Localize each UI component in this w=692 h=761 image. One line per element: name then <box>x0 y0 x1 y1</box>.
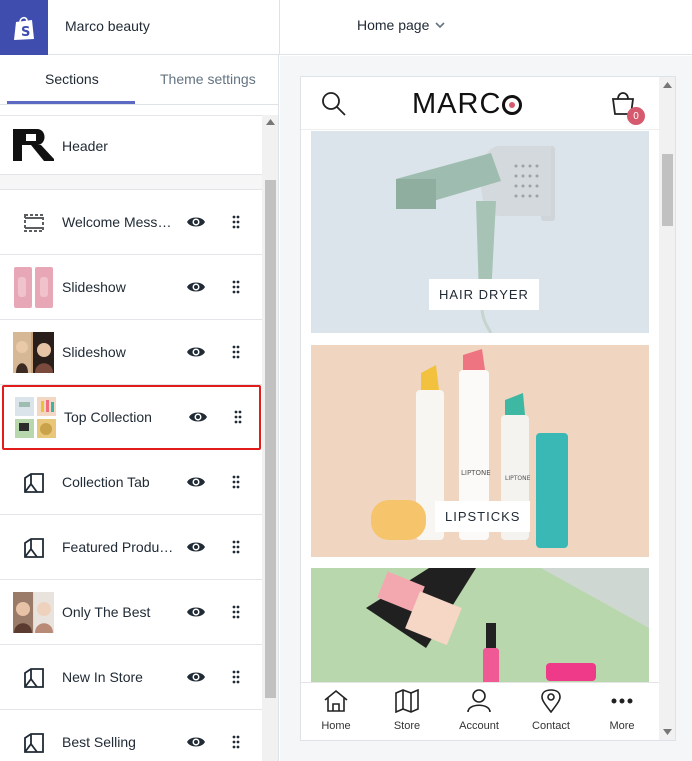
drag-handle-icon[interactable] <box>231 345 241 359</box>
store-logo[interactable]: MARC <box>412 88 523 121</box>
drag-handle-icon[interactable] <box>233 410 243 424</box>
template-icon <box>13 462 54 503</box>
collection-hair-dryer[interactable]: HAIR DRYER <box>311 131 649 333</box>
nav-label: Contact <box>532 720 570 732</box>
template-icon <box>13 527 54 568</box>
nav-label: Home <box>321 720 351 732</box>
template-icon <box>13 722 54 761</box>
sidebar-item-label: Collection Tab <box>62 474 150 490</box>
chevron-down-icon <box>435 21 445 28</box>
page-select-dropdown[interactable]: Home page <box>357 17 445 33</box>
tab-sections[interactable]: Sections <box>45 71 99 87</box>
eye-icon[interactable] <box>186 604 206 620</box>
scroll-up-arrow-icon[interactable] <box>663 82 672 88</box>
nav-label: More <box>609 720 635 732</box>
store-header: MARC 0 <box>301 77 659 130</box>
nav-store[interactable]: Store <box>377 688 437 732</box>
sidebar-item-label: Top Collection <box>64 409 152 425</box>
sidebar-item-label: Header <box>62 138 108 154</box>
scroll-up-arrow-icon[interactable] <box>266 119 275 125</box>
pin-icon <box>541 689 561 714</box>
home-icon <box>324 689 348 712</box>
sidebar-item-label: Featured Products <box>62 539 174 555</box>
active-tab-indicator <box>7 101 135 104</box>
portrait-thumb <box>13 332 54 373</box>
nav-account[interactable]: Account <box>449 689 509 732</box>
eye-icon[interactable] <box>188 409 208 425</box>
eye-icon[interactable] <box>186 344 206 360</box>
page-select-label: Home page <box>357 17 430 33</box>
tab-theme-settings[interactable]: Theme settings <box>160 71 256 87</box>
nav-more[interactable]: More <box>592 689 652 732</box>
liptone-text: LIPTONE <box>461 469 491 477</box>
more-icon <box>611 698 633 704</box>
eye-icon[interactable] <box>186 734 206 750</box>
header-logo-thumb <box>13 125 54 166</box>
sidebar-item-top-collection[interactable]: Top Collection <box>2 385 261 450</box>
drag-handle-icon[interactable] <box>231 475 241 489</box>
shopify-bag-icon[interactable]: S <box>0 0 48 55</box>
nav-label: Account <box>459 720 499 732</box>
eye-icon[interactable] <box>186 539 206 555</box>
cart-count-badge: 0 <box>627 107 645 125</box>
template-icon <box>13 657 54 698</box>
eye-icon[interactable] <box>186 279 206 295</box>
bottom-navigation: Home Store Account Contact More <box>301 682 659 740</box>
search-icon[interactable] <box>321 91 347 117</box>
sidebar-item-label: Slideshow <box>62 279 126 295</box>
top-bar: S Marco beauty Home page <box>0 0 692 55</box>
drag-handle-icon[interactable] <box>231 540 241 554</box>
svg-text:S: S <box>21 25 30 40</box>
drag-handle-icon[interactable] <box>231 670 241 684</box>
sidebar-tabs: Sections Theme settings <box>0 55 278 105</box>
drag-handle-icon[interactable] <box>231 735 241 749</box>
store-name: Marco beauty <box>65 18 150 34</box>
sidebar-item-label: Only The Best <box>62 604 151 620</box>
sidebar-item-only-the-best[interactable]: Only The Best <box>0 580 262 645</box>
logo-o-dot-icon <box>502 94 523 115</box>
scroll-down-arrow-icon[interactable] <box>663 729 672 735</box>
portrait-thumb <box>13 592 54 633</box>
collection-thumb <box>15 397 56 438</box>
collection-lipsticks[interactable]: LIPTONE LIPTONE LIPSTICKS <box>311 345 649 557</box>
sidebar-scrollbar-thumb[interactable] <box>265 180 276 698</box>
sections-sidebar: Sections Theme settings Header Welcome M… <box>0 55 279 761</box>
drag-handle-icon[interactable] <box>231 280 241 294</box>
sidebar-item-new-in-store[interactable]: New In Store <box>0 645 262 710</box>
sidebar-item-label: Welcome Message <box>62 214 174 230</box>
eye-icon[interactable] <box>186 669 206 685</box>
sidebar-item-best-selling[interactable]: Best Selling <box>0 710 262 761</box>
collection-label: HAIR DRYER <box>429 279 539 310</box>
divider <box>279 0 280 55</box>
user-icon <box>467 689 491 713</box>
storefront-preview: MARC 0 HAIR DRYER LIPTONE LIPTONE LIPSTI… <box>300 76 676 741</box>
eye-icon[interactable] <box>186 214 206 230</box>
drag-handle-icon[interactable] <box>231 215 241 229</box>
nav-label: Store <box>393 720 421 732</box>
liptone-text-2: LIPTONE <box>505 475 531 482</box>
collection-makeup[interactable] <box>311 568 649 688</box>
eye-icon[interactable] <box>186 474 206 490</box>
nav-home[interactable]: Home <box>306 689 366 732</box>
sidebar-item-label: Slideshow <box>62 344 126 360</box>
sidebar-item-slideshow-2[interactable]: Slideshow <box>0 320 262 385</box>
sidebar-item-collection-tab[interactable]: Collection Tab <box>0 450 262 515</box>
sidebar-item-slideshow-1[interactable]: Slideshow <box>0 255 262 320</box>
makeup-palette-image <box>311 568 649 688</box>
sidebar-item-header[interactable]: Header <box>0 115 262 175</box>
section-group-gap <box>0 175 262 190</box>
sidebar-item-featured-products[interactable]: Featured Products <box>0 515 262 580</box>
drag-handle-icon[interactable] <box>231 605 241 619</box>
map-icon <box>395 688 419 714</box>
preview-scrollbar-thumb[interactable] <box>662 154 673 226</box>
store-logo-text: MARC <box>412 88 502 120</box>
collection-label: LIPSTICKS <box>435 501 531 532</box>
nav-contact[interactable]: Contact <box>521 689 581 732</box>
pink-slides-thumb <box>13 267 54 308</box>
sidebar-item-welcome-message[interactable]: Welcome Message <box>0 190 262 255</box>
dashed-box-icon <box>13 202 54 243</box>
sidebar-item-label: New In Store <box>62 669 143 685</box>
sidebar-item-label: Best Selling <box>62 734 136 750</box>
